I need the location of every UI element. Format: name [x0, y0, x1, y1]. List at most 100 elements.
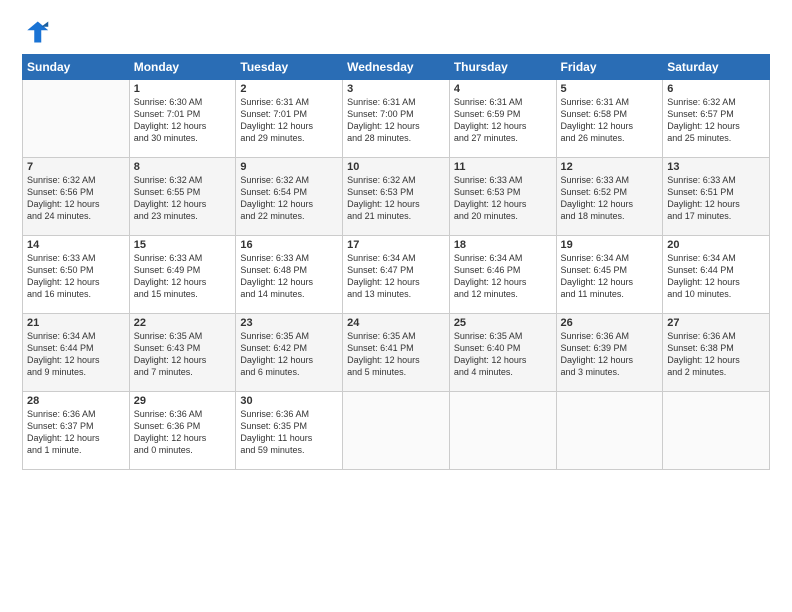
table-row: 22Sunrise: 6:35 AM Sunset: 6:43 PM Dayli… — [129, 314, 236, 392]
day-info: Sunrise: 6:35 AM Sunset: 6:43 PM Dayligh… — [134, 330, 232, 379]
day-info: Sunrise: 6:35 AM Sunset: 6:42 PM Dayligh… — [240, 330, 338, 379]
day-info: Sunrise: 6:33 AM Sunset: 6:48 PM Dayligh… — [240, 252, 338, 301]
table-row: 4Sunrise: 6:31 AM Sunset: 6:59 PM Daylig… — [449, 80, 556, 158]
table-row: 3Sunrise: 6:31 AM Sunset: 7:00 PM Daylig… — [343, 80, 450, 158]
table-row: 18Sunrise: 6:34 AM Sunset: 6:46 PM Dayli… — [449, 236, 556, 314]
day-number: 8 — [134, 161, 232, 173]
day-info: Sunrise: 6:33 AM Sunset: 6:52 PM Dayligh… — [561, 174, 659, 223]
table-row: 7Sunrise: 6:32 AM Sunset: 6:56 PM Daylig… — [23, 158, 130, 236]
day-info: Sunrise: 6:32 AM Sunset: 6:53 PM Dayligh… — [347, 174, 445, 223]
table-row: 8Sunrise: 6:32 AM Sunset: 6:55 PM Daylig… — [129, 158, 236, 236]
day-number: 6 — [667, 83, 765, 95]
header-sunday: Sunday — [23, 55, 130, 80]
day-info: Sunrise: 6:36 AM Sunset: 6:38 PM Dayligh… — [667, 330, 765, 379]
day-number: 15 — [134, 239, 232, 251]
day-number: 16 — [240, 239, 338, 251]
day-number: 2 — [240, 83, 338, 95]
day-number: 21 — [27, 317, 125, 329]
table-row: 10Sunrise: 6:32 AM Sunset: 6:53 PM Dayli… — [343, 158, 450, 236]
table-row: 5Sunrise: 6:31 AM Sunset: 6:58 PM Daylig… — [556, 80, 663, 158]
header-monday: Monday — [129, 55, 236, 80]
day-number: 18 — [454, 239, 552, 251]
day-info: Sunrise: 6:32 AM Sunset: 6:55 PM Dayligh… — [134, 174, 232, 223]
table-row: 29Sunrise: 6:36 AM Sunset: 6:36 PM Dayli… — [129, 392, 236, 470]
table-row: 11Sunrise: 6:33 AM Sunset: 6:53 PM Dayli… — [449, 158, 556, 236]
header-friday: Friday — [556, 55, 663, 80]
day-info: Sunrise: 6:34 AM Sunset: 6:46 PM Dayligh… — [454, 252, 552, 301]
table-row: 16Sunrise: 6:33 AM Sunset: 6:48 PM Dayli… — [236, 236, 343, 314]
day-number: 30 — [240, 395, 338, 407]
logo — [22, 18, 54, 46]
day-info: Sunrise: 6:36 AM Sunset: 6:39 PM Dayligh… — [561, 330, 659, 379]
day-info: Sunrise: 6:35 AM Sunset: 6:41 PM Dayligh… — [347, 330, 445, 379]
table-row: 12Sunrise: 6:33 AM Sunset: 6:52 PM Dayli… — [556, 158, 663, 236]
table-row: 9Sunrise: 6:32 AM Sunset: 6:54 PM Daylig… — [236, 158, 343, 236]
day-info: Sunrise: 6:36 AM Sunset: 6:36 PM Dayligh… — [134, 408, 232, 457]
day-number: 5 — [561, 83, 659, 95]
day-number: 1 — [134, 83, 232, 95]
day-info: Sunrise: 6:32 AM Sunset: 6:56 PM Dayligh… — [27, 174, 125, 223]
calendar: Sunday Monday Tuesday Wednesday Thursday… — [22, 54, 770, 470]
day-number: 11 — [454, 161, 552, 173]
day-info: Sunrise: 6:35 AM Sunset: 6:40 PM Dayligh… — [454, 330, 552, 379]
table-row — [23, 80, 130, 158]
day-info: Sunrise: 6:36 AM Sunset: 6:37 PM Dayligh… — [27, 408, 125, 457]
header-thursday: Thursday — [449, 55, 556, 80]
header-wednesday: Wednesday — [343, 55, 450, 80]
header — [22, 18, 770, 46]
table-row: 14Sunrise: 6:33 AM Sunset: 6:50 PM Dayli… — [23, 236, 130, 314]
day-info: Sunrise: 6:32 AM Sunset: 6:54 PM Dayligh… — [240, 174, 338, 223]
calendar-week-row: 21Sunrise: 6:34 AM Sunset: 6:44 PM Dayli… — [23, 314, 770, 392]
day-number: 17 — [347, 239, 445, 251]
table-row: 23Sunrise: 6:35 AM Sunset: 6:42 PM Dayli… — [236, 314, 343, 392]
day-number: 3 — [347, 83, 445, 95]
day-info: Sunrise: 6:30 AM Sunset: 7:01 PM Dayligh… — [134, 96, 232, 145]
day-number: 25 — [454, 317, 552, 329]
table-row — [343, 392, 450, 470]
day-number: 22 — [134, 317, 232, 329]
table-row — [556, 392, 663, 470]
day-number: 27 — [667, 317, 765, 329]
day-info: Sunrise: 6:31 AM Sunset: 6:59 PM Dayligh… — [454, 96, 552, 145]
day-number: 29 — [134, 395, 232, 407]
table-row: 26Sunrise: 6:36 AM Sunset: 6:39 PM Dayli… — [556, 314, 663, 392]
calendar-week-row: 14Sunrise: 6:33 AM Sunset: 6:50 PM Dayli… — [23, 236, 770, 314]
calendar-week-row: 28Sunrise: 6:36 AM Sunset: 6:37 PM Dayli… — [23, 392, 770, 470]
day-info: Sunrise: 6:31 AM Sunset: 6:58 PM Dayligh… — [561, 96, 659, 145]
table-row: 30Sunrise: 6:36 AM Sunset: 6:35 PM Dayli… — [236, 392, 343, 470]
table-row: 17Sunrise: 6:34 AM Sunset: 6:47 PM Dayli… — [343, 236, 450, 314]
day-info: Sunrise: 6:34 AM Sunset: 6:45 PM Dayligh… — [561, 252, 659, 301]
table-row: 20Sunrise: 6:34 AM Sunset: 6:44 PM Dayli… — [663, 236, 770, 314]
day-number: 12 — [561, 161, 659, 173]
table-row: 21Sunrise: 6:34 AM Sunset: 6:44 PM Dayli… — [23, 314, 130, 392]
day-number: 19 — [561, 239, 659, 251]
day-number: 26 — [561, 317, 659, 329]
weekday-header-row: Sunday Monday Tuesday Wednesday Thursday… — [23, 55, 770, 80]
day-number: 23 — [240, 317, 338, 329]
calendar-week-row: 1Sunrise: 6:30 AM Sunset: 7:01 PM Daylig… — [23, 80, 770, 158]
table-row: 2Sunrise: 6:31 AM Sunset: 7:01 PM Daylig… — [236, 80, 343, 158]
day-number: 28 — [27, 395, 125, 407]
table-row: 19Sunrise: 6:34 AM Sunset: 6:45 PM Dayli… — [556, 236, 663, 314]
table-row: 25Sunrise: 6:35 AM Sunset: 6:40 PM Dayli… — [449, 314, 556, 392]
table-row: 1Sunrise: 6:30 AM Sunset: 7:01 PM Daylig… — [129, 80, 236, 158]
day-number: 10 — [347, 161, 445, 173]
day-number: 20 — [667, 239, 765, 251]
day-info: Sunrise: 6:33 AM Sunset: 6:51 PM Dayligh… — [667, 174, 765, 223]
table-row — [663, 392, 770, 470]
day-info: Sunrise: 6:34 AM Sunset: 6:44 PM Dayligh… — [667, 252, 765, 301]
day-info: Sunrise: 6:34 AM Sunset: 6:44 PM Dayligh… — [27, 330, 125, 379]
day-number: 7 — [27, 161, 125, 173]
day-info: Sunrise: 6:32 AM Sunset: 6:57 PM Dayligh… — [667, 96, 765, 145]
calendar-week-row: 7Sunrise: 6:32 AM Sunset: 6:56 PM Daylig… — [23, 158, 770, 236]
table-row: 15Sunrise: 6:33 AM Sunset: 6:49 PM Dayli… — [129, 236, 236, 314]
page: Sunday Monday Tuesday Wednesday Thursday… — [0, 0, 792, 612]
day-number: 24 — [347, 317, 445, 329]
table-row: 6Sunrise: 6:32 AM Sunset: 6:57 PM Daylig… — [663, 80, 770, 158]
table-row — [449, 392, 556, 470]
day-info: Sunrise: 6:31 AM Sunset: 7:00 PM Dayligh… — [347, 96, 445, 145]
day-info: Sunrise: 6:33 AM Sunset: 6:49 PM Dayligh… — [134, 252, 232, 301]
table-row: 27Sunrise: 6:36 AM Sunset: 6:38 PM Dayli… — [663, 314, 770, 392]
day-number: 4 — [454, 83, 552, 95]
table-row: 28Sunrise: 6:36 AM Sunset: 6:37 PM Dayli… — [23, 392, 130, 470]
